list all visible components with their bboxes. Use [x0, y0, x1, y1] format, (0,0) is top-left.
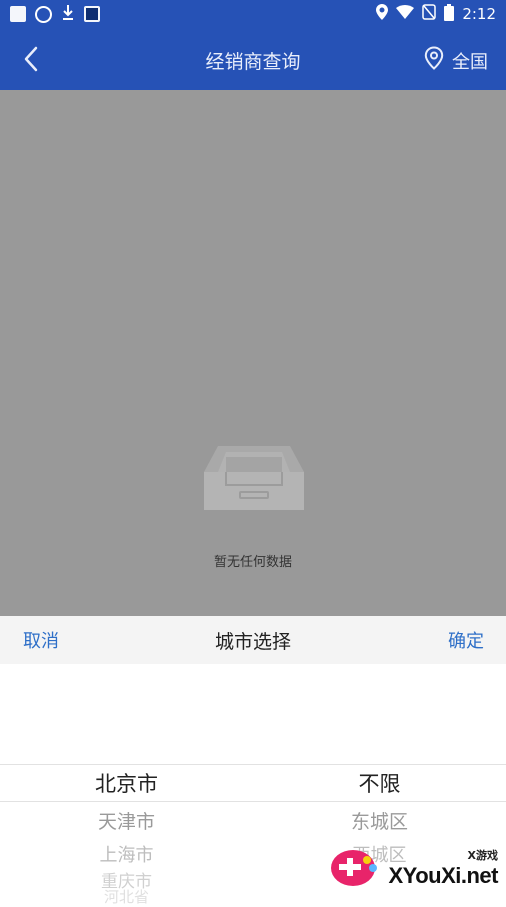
wifi-icon — [396, 5, 415, 23]
wheel-item-selected[interactable]: 北京市 — [0, 768, 253, 798]
location-label: 全国 — [452, 51, 488, 73]
map-pin-icon — [424, 46, 444, 75]
picker-title: 城市选择 — [214, 630, 291, 653]
confirm-button[interactable]: 确定 — [448, 627, 484, 653]
province-wheel[interactable]: 北京市 天津市 上海市 重庆市 河北省 — [0, 664, 253, 906]
signal-off-icon — [422, 4, 437, 24]
watermark-small: X游戏 — [467, 849, 498, 862]
status-time: 2:12 — [462, 5, 496, 23]
battery-icon — [444, 3, 455, 25]
wheel-item[interactable]: 河北省 — [0, 886, 253, 907]
watermark: X游戏 XYouXi.net — [329, 846, 499, 890]
empty-message: 暂无任何数据 — [213, 555, 292, 570]
dim-overlay[interactable] — [0, 90, 506, 616]
wheel-item-selected[interactable]: 不限 — [253, 768, 506, 798]
gamepad-logo-icon — [329, 846, 383, 890]
watermark-text: XYouXi.net — [388, 863, 499, 888]
location-icon — [376, 4, 389, 24]
emoji-icon — [35, 5, 52, 23]
app-icon — [84, 6, 100, 22]
wheel-item[interactable]: 上海市 — [0, 841, 253, 867]
status-bar: 2:12 — [0, 0, 506, 28]
empty-inbox-icon — [204, 446, 304, 510]
wheel-item[interactable]: 天津市 — [0, 807, 253, 834]
image-icon — [10, 6, 26, 22]
nav-bar: 经销商查询 全国 — [0, 28, 506, 90]
location-selector[interactable]: 全国 — [424, 46, 488, 75]
wheel-item[interactable]: 东城区 — [253, 807, 506, 834]
download-icon — [61, 4, 75, 24]
picker-header: 取消 城市选择 确定 — [0, 616, 506, 664]
